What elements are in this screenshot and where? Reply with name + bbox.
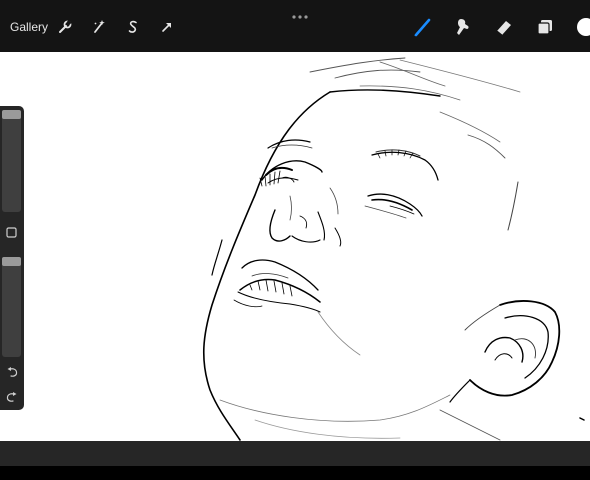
eraser-icon[interactable] — [492, 16, 516, 38]
smudge-icon[interactable] — [451, 16, 475, 38]
color-picker-button[interactable] — [577, 18, 590, 36]
redo-button[interactable] — [4, 389, 19, 404]
brush-size-thumb[interactable] — [2, 110, 21, 119]
screen-bottom-edge — [0, 466, 590, 480]
brush-icon[interactable] — [410, 16, 434, 38]
top-toolbar: Gallery — [0, 0, 590, 52]
selection-s-icon[interactable] — [121, 16, 145, 38]
left-sidebar — [0, 106, 24, 410]
redo-icon — [6, 391, 16, 402]
undo-button[interactable] — [4, 364, 19, 379]
brush-opacity-slider[interactable] — [2, 257, 21, 357]
bottom-bar — [0, 441, 590, 466]
wrench-icon[interactable] — [53, 16, 77, 38]
drawing-canvas[interactable] — [0, 52, 590, 441]
more-options-icon[interactable] — [291, 11, 309, 23]
brush-opacity-thumb[interactable] — [2, 257, 21, 266]
modify-button[interactable] — [4, 225, 19, 240]
layers-icon[interactable] — [533, 16, 557, 38]
transform-arrow-icon[interactable] — [155, 16, 179, 38]
undo-icon — [7, 366, 17, 377]
magic-wand-icon[interactable] — [87, 16, 111, 38]
line-art-drawing — [202, 57, 585, 441]
gallery-button[interactable]: Gallery — [10, 20, 48, 34]
square-icon — [6, 227, 17, 238]
brush-size-slider[interactable] — [2, 110, 21, 212]
